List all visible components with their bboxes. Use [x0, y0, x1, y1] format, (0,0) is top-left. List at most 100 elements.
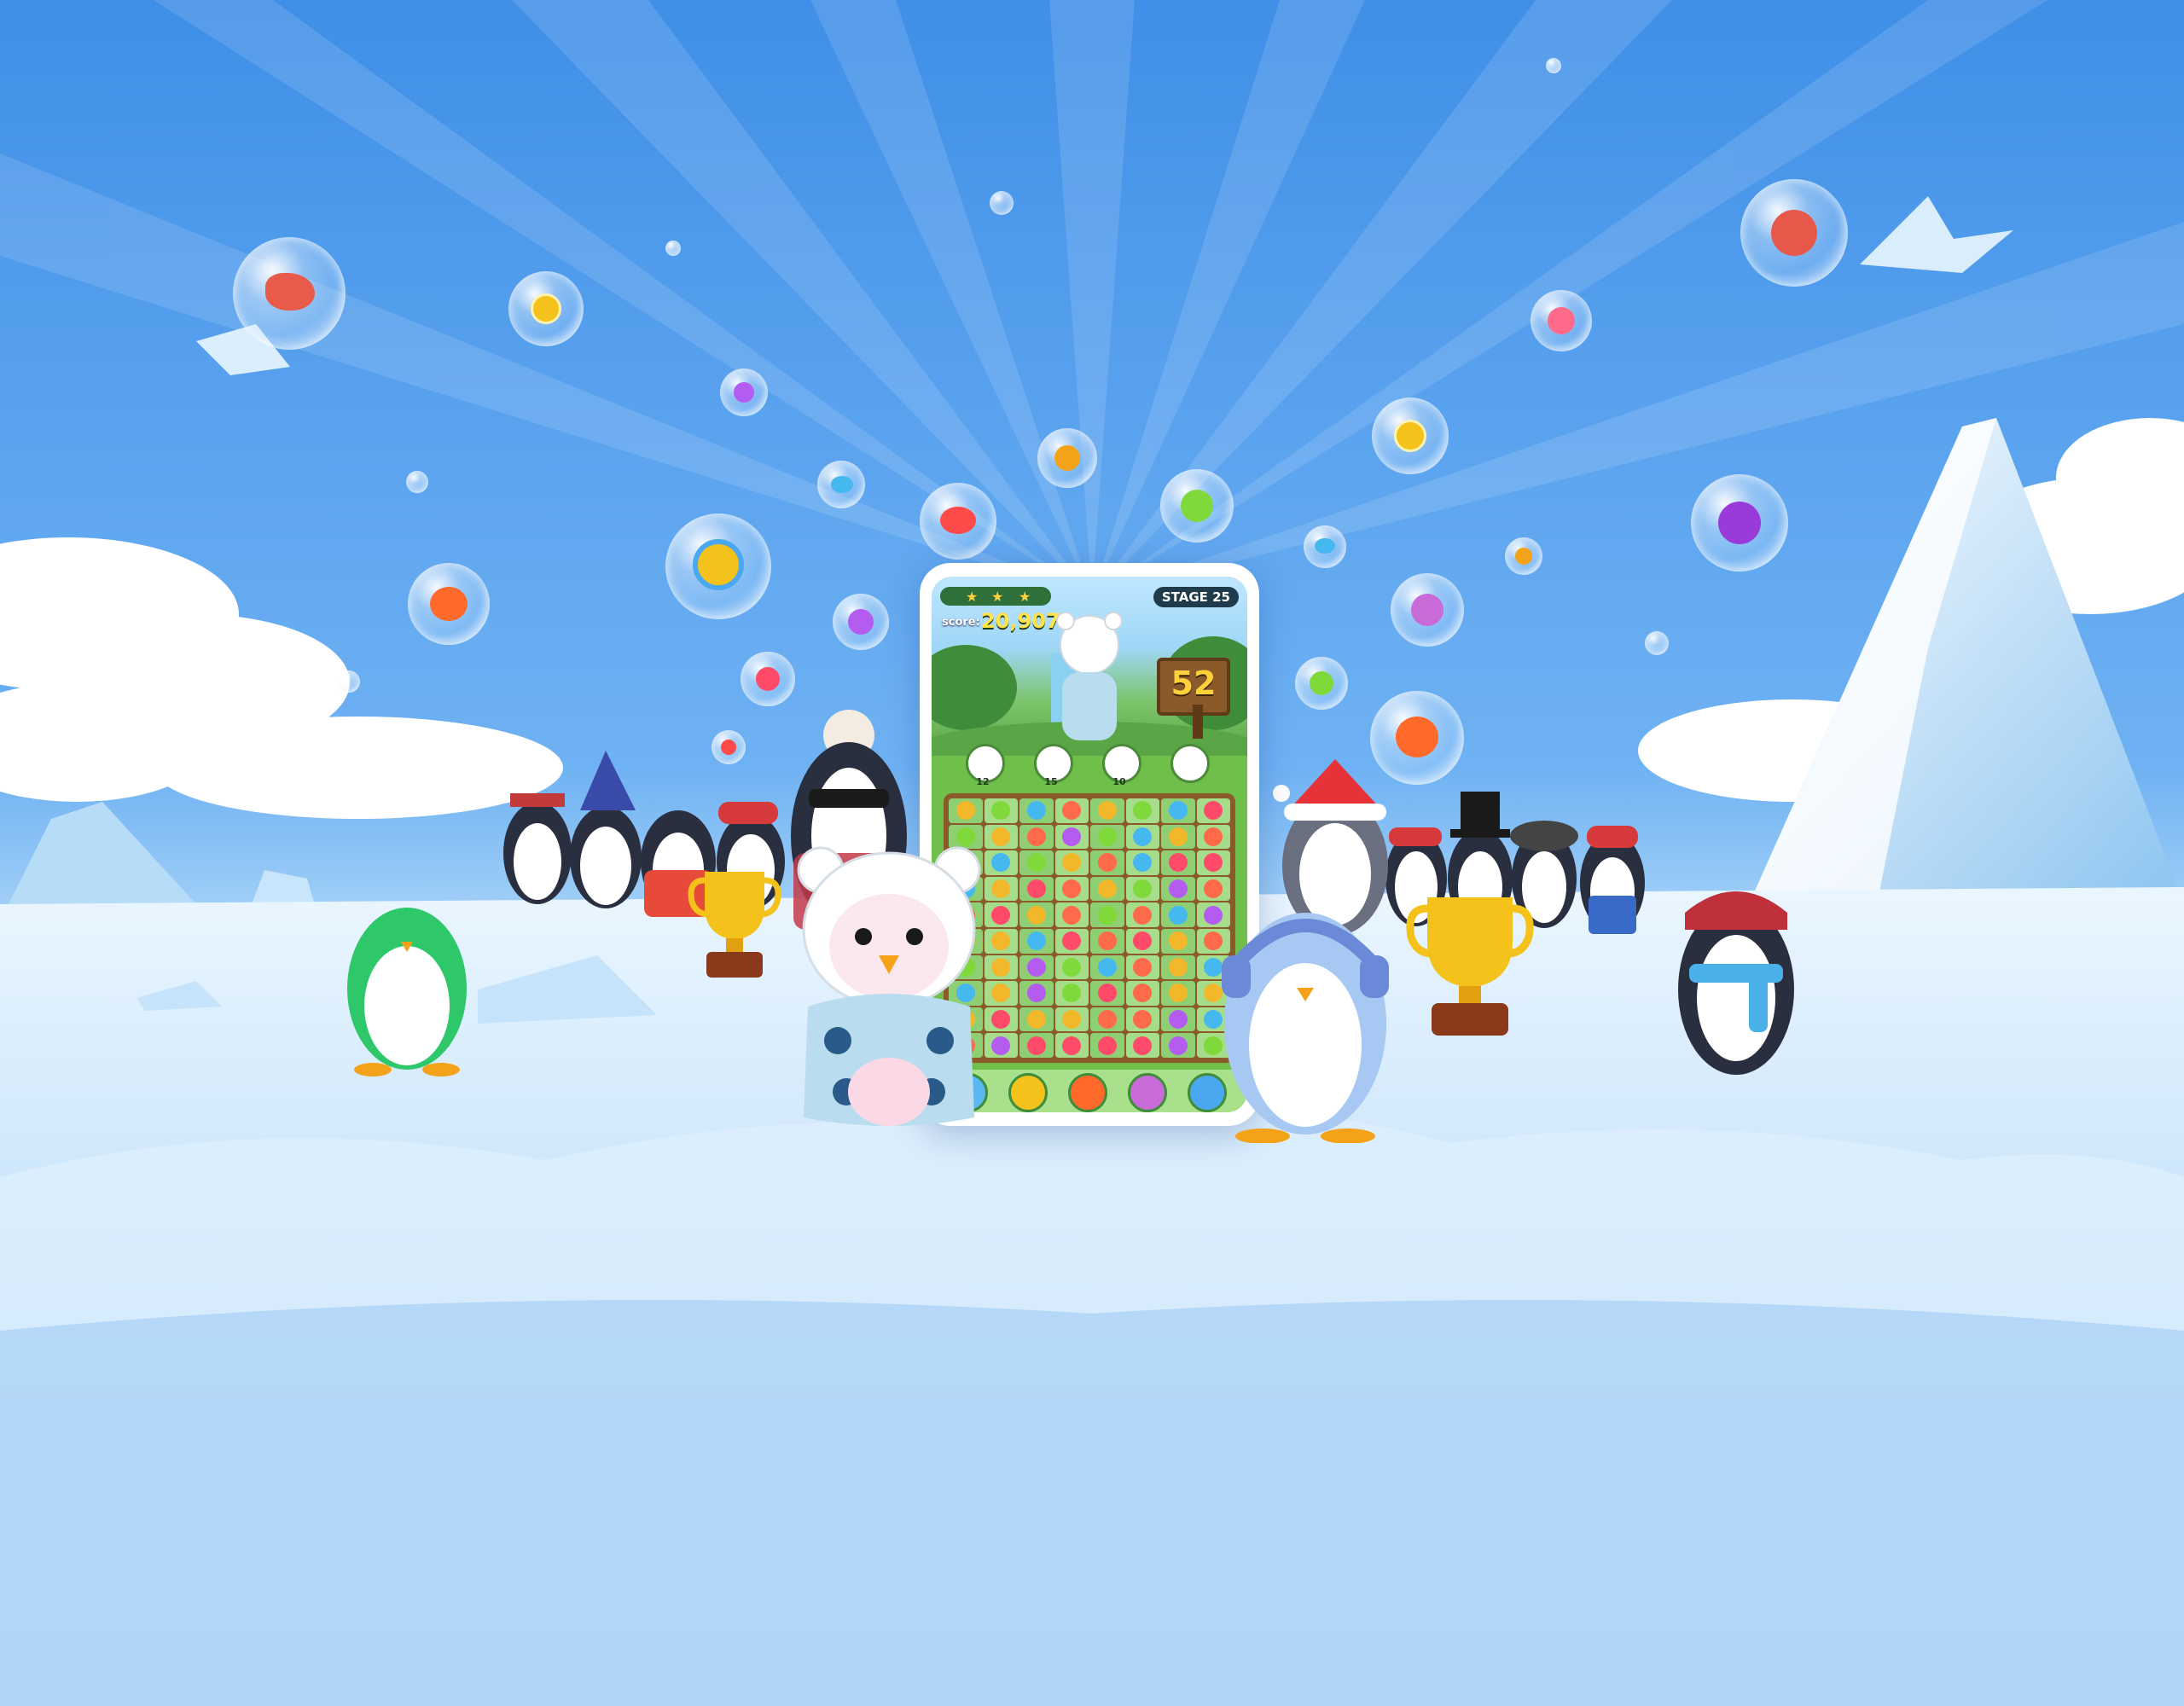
- board-cell[interactable]: [1054, 981, 1089, 1006]
- gem-icon: [1026, 1036, 1046, 1055]
- board-cell[interactable]: [1161, 798, 1195, 823]
- gem-icon: [1026, 853, 1046, 873]
- board-cell[interactable]: [1125, 1007, 1159, 1032]
- gem-icon: [1026, 827, 1046, 846]
- gem-icon: [1133, 853, 1153, 873]
- board-cell[interactable]: [1196, 798, 1230, 823]
- board-cell[interactable]: [1196, 850, 1230, 875]
- board-cell[interactable]: [1019, 981, 1054, 1006]
- gem-icon: [1204, 801, 1223, 821]
- board-cell[interactable]: [1054, 955, 1089, 980]
- gem-icon: [1097, 931, 1117, 951]
- board-cell[interactable]: [1090, 1033, 1124, 1058]
- board-cell[interactable]: [1054, 929, 1089, 954]
- gem-icon: [1062, 984, 1082, 1003]
- board-cell[interactable]: [1090, 798, 1124, 823]
- gem-icon: [1062, 905, 1082, 925]
- board-cell[interactable]: [1019, 1033, 1054, 1058]
- game-promo-scene: ★ ★ ★ score: 20,907 STAGE 25 52 12 15 10: [0, 0, 2184, 1706]
- board-cell[interactable]: [1054, 1033, 1089, 1058]
- board-cell[interactable]: [1090, 981, 1124, 1006]
- board-cell[interactable]: [1125, 798, 1159, 823]
- bubble-penguin-sled: [1531, 290, 1592, 351]
- stage-label: STAGE 25: [1153, 587, 1239, 607]
- board-cell[interactable]: [1125, 824, 1159, 850]
- bubble-clock-2: [1372, 397, 1449, 474]
- board-cell[interactable]: [1161, 1033, 1195, 1058]
- board-cell[interactable]: [1125, 929, 1159, 954]
- board-cell[interactable]: [1019, 955, 1054, 980]
- board-cell[interactable]: [1196, 824, 1230, 850]
- board-cell[interactable]: [1054, 876, 1089, 902]
- board-cell[interactable]: [1161, 1007, 1195, 1032]
- gem-icon: [1133, 801, 1153, 821]
- board-cell[interactable]: [1054, 850, 1089, 875]
- gem-icon: [1168, 931, 1188, 951]
- board-cell[interactable]: [1019, 902, 1054, 927]
- gem-icon: [1097, 905, 1117, 925]
- board-cell[interactable]: [984, 798, 1018, 823]
- board-cell[interactable]: [1054, 1007, 1089, 1032]
- star-icon: ★: [991, 589, 1004, 605]
- board-cell[interactable]: [1161, 929, 1195, 954]
- gem-icon: [1062, 827, 1082, 846]
- bubble-bomb-3: [1505, 537, 1542, 575]
- board-cell[interactable]: [1054, 902, 1089, 927]
- board-cell[interactable]: [1125, 1033, 1159, 1058]
- star-icon: ★: [966, 589, 979, 605]
- board-cell[interactable]: [1019, 798, 1054, 823]
- board-cell[interactable]: [1090, 876, 1124, 902]
- booster-clock-icon[interactable]: [1008, 1073, 1048, 1112]
- board-cell[interactable]: [1090, 902, 1124, 927]
- board-cell[interactable]: [1125, 850, 1159, 875]
- board-cell[interactable]: [1161, 902, 1195, 927]
- board-cell[interactable]: [1125, 876, 1159, 902]
- board-cell[interactable]: [1090, 1007, 1124, 1032]
- gem-icon: [1062, 801, 1082, 821]
- clock-icon: [1394, 420, 1426, 452]
- booster-rocket-icon[interactable]: [1068, 1073, 1107, 1112]
- bubble-clock-1: [508, 271, 584, 346]
- gem-icon: [1026, 801, 1046, 821]
- gem-icon: [1168, 905, 1188, 925]
- board-cell[interactable]: [1125, 981, 1159, 1006]
- bubble-empty: [1645, 631, 1669, 655]
- board-cell[interactable]: [1125, 955, 1159, 980]
- board-cell[interactable]: [1125, 902, 1159, 927]
- board-cell[interactable]: [1090, 929, 1124, 954]
- gem-icon: [991, 853, 1011, 873]
- board-cell[interactable]: [1161, 850, 1195, 875]
- board-cell[interactable]: [1090, 824, 1124, 850]
- board-cell[interactable]: [1161, 876, 1195, 902]
- board-cell[interactable]: [1019, 876, 1054, 902]
- gem-icon: [991, 931, 1011, 951]
- gem-icon: [991, 1010, 1011, 1030]
- board-cell[interactable]: [1161, 824, 1195, 850]
- gem-icon: [991, 1036, 1011, 1055]
- penguin-red-cap: [1678, 891, 1794, 1075]
- goal-count: 10: [1112, 776, 1126, 787]
- board-cell[interactable]: [1161, 981, 1195, 1006]
- board-cell[interactable]: [1090, 955, 1124, 980]
- board-cell[interactable]: [1054, 798, 1089, 823]
- board-cell[interactable]: [1019, 929, 1054, 954]
- gem-icon: [991, 905, 1011, 925]
- gem-icon: [1168, 1010, 1188, 1030]
- clock-icon: [531, 293, 561, 324]
- gem-icon: [1062, 1010, 1082, 1030]
- board-cell[interactable]: [949, 798, 983, 823]
- board-cell[interactable]: [1019, 850, 1054, 875]
- bubble-bomb-2: [833, 594, 889, 650]
- bubble-empty: [406, 471, 428, 493]
- gem-icon: [1097, 853, 1117, 873]
- board-cell[interactable]: [1161, 955, 1195, 980]
- bomb-icon: [1515, 548, 1532, 565]
- gem-icon: [1026, 879, 1046, 899]
- board-cell[interactable]: [1054, 824, 1089, 850]
- booster-fish-icon[interactable]: [1128, 1073, 1167, 1112]
- gem-icon: [991, 801, 1011, 821]
- board-cell[interactable]: [1090, 850, 1124, 875]
- magnifier-penguin-icon: [693, 539, 744, 590]
- board-cell[interactable]: [1019, 824, 1054, 850]
- board-cell[interactable]: [1019, 1007, 1054, 1032]
